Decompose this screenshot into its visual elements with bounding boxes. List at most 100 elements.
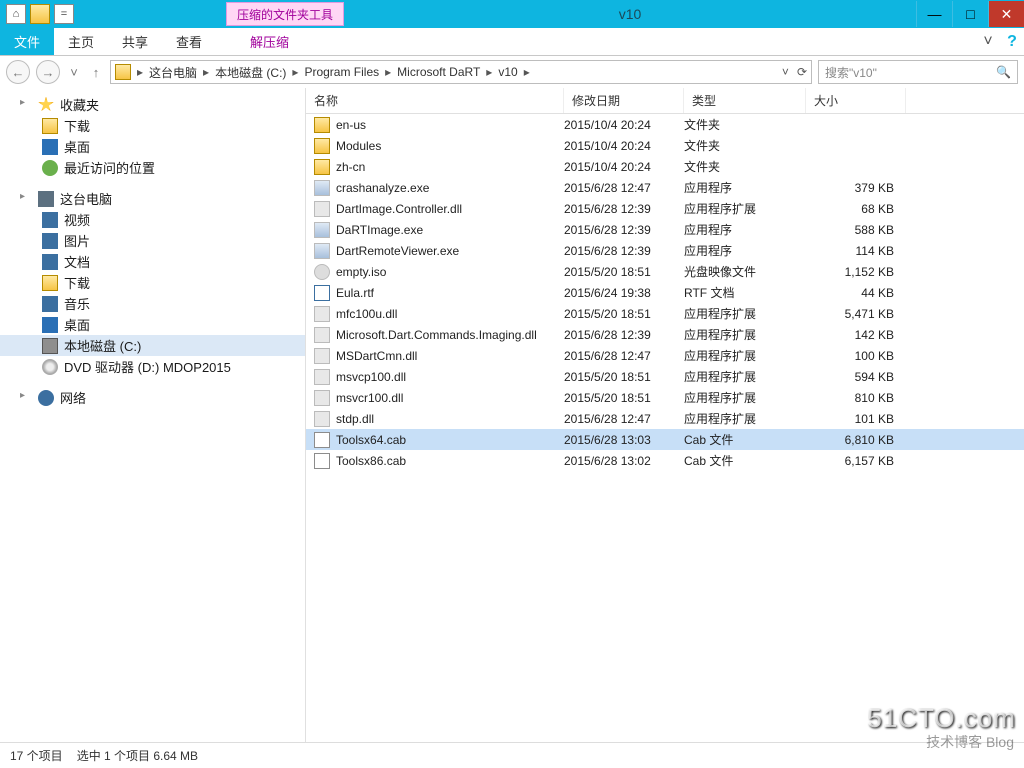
- ribbon-tab-view[interactable]: 查看: [162, 28, 216, 55]
- file-type: 应用程序扩展: [684, 410, 806, 427]
- breadcrumb-seg[interactable]: Program Files: [300, 65, 383, 79]
- nav-desktop2[interactable]: 桌面: [0, 314, 305, 335]
- nav-dvd[interactable]: DVD 驱动器 (D:) MDOP2015: [0, 356, 305, 377]
- file-row[interactable]: crashanalyze.exe2015/6/28 12:47应用程序379 K…: [306, 177, 1024, 198]
- breadcrumb-seg[interactable]: v10: [494, 65, 521, 79]
- history-dropdown[interactable]: ˅: [66, 60, 82, 84]
- status-selection: 选中 1 个项目 6.64 MB: [77, 747, 198, 764]
- dvd-icon: [42, 359, 58, 375]
- file-date: 2015/6/28 13:03: [564, 433, 684, 447]
- file-icon: [314, 432, 330, 448]
- ribbon-tab-share[interactable]: 共享: [108, 28, 162, 55]
- col-size[interactable]: 大小: [806, 88, 906, 113]
- nav-pictures[interactable]: 图片: [0, 230, 305, 251]
- file-icon: [314, 285, 330, 301]
- file-row[interactable]: DaRTImage.exe2015/6/28 12:39应用程序588 KB: [306, 219, 1024, 240]
- nav-desktop[interactable]: 桌面: [0, 136, 305, 157]
- file-size: 810 KB: [806, 391, 906, 405]
- qat-item[interactable]: =: [54, 4, 74, 24]
- file-date: 2015/10/4 20:24: [564, 139, 684, 153]
- file-name: Toolsx86.cab: [336, 454, 406, 468]
- nav-favorites[interactable]: ▸收藏夹: [0, 94, 305, 115]
- file-name: empty.iso: [336, 265, 386, 279]
- file-size: 100 KB: [806, 349, 906, 363]
- file-name: en-us: [336, 118, 366, 132]
- file-size: 114 KB: [806, 244, 906, 258]
- contextual-tab-label: 压缩的文件夹工具: [226, 2, 344, 26]
- address-dropdown-icon[interactable]: ˅: [782, 65, 789, 79]
- search-box[interactable]: 搜索"v10" 🔍: [818, 60, 1018, 84]
- search-icon: 🔍: [996, 65, 1011, 79]
- file-row[interactable]: msvcp100.dll2015/5/20 18:51应用程序扩展594 KB: [306, 366, 1024, 387]
- file-row[interactable]: stdp.dll2015/6/28 12:47应用程序扩展101 KB: [306, 408, 1024, 429]
- file-row[interactable]: DartRemoteViewer.exe2015/6/28 12:39应用程序1…: [306, 240, 1024, 261]
- file-row[interactable]: DartImage.Controller.dll2015/6/28 12:39应…: [306, 198, 1024, 219]
- nav-videos[interactable]: 视频: [0, 209, 305, 230]
- file-row[interactable]: mfc100u.dll2015/5/20 18:51应用程序扩展5,471 KB: [306, 303, 1024, 324]
- file-row[interactable]: msvcr100.dll2015/5/20 18:51应用程序扩展810 KB: [306, 387, 1024, 408]
- file-icon: [314, 243, 330, 259]
- file-type: 应用程序扩展: [684, 347, 806, 364]
- breadcrumb-seg[interactable]: 本地磁盘 (C:): [211, 64, 290, 81]
- file-row[interactable]: en-us2015/10/4 20:24文件夹: [306, 114, 1024, 135]
- nav-music[interactable]: 音乐: [0, 293, 305, 314]
- file-type: 应用程序扩展: [684, 200, 806, 217]
- nav-recent[interactable]: 最近访问的位置: [0, 157, 305, 178]
- breadcrumb-seg[interactable]: Microsoft DaRT: [393, 65, 484, 79]
- music-icon: [42, 296, 58, 312]
- nav-network[interactable]: ▸网络: [0, 387, 305, 408]
- file-row[interactable]: MSDartCmn.dll2015/6/28 12:47应用程序扩展100 KB: [306, 345, 1024, 366]
- file-type: 文件夹: [684, 116, 806, 133]
- ribbon-collapse-icon[interactable]: ˅: [976, 28, 1000, 55]
- up-button[interactable]: ↑: [88, 60, 104, 84]
- file-type: 应用程序: [684, 221, 806, 238]
- videos-icon: [42, 212, 58, 228]
- file-row[interactable]: Eula.rtf2015/6/24 19:38RTF 文档44 KB: [306, 282, 1024, 303]
- file-row[interactable]: zh-cn2015/10/4 20:24文件夹: [306, 156, 1024, 177]
- file-name: DaRTImage.exe: [336, 223, 423, 237]
- forward-button[interactable]: →: [36, 60, 60, 84]
- file-row[interactable]: Toolsx64.cab2015/6/28 13:03Cab 文件6,810 K…: [306, 429, 1024, 450]
- file-row[interactable]: Modules2015/10/4 20:24文件夹: [306, 135, 1024, 156]
- col-type[interactable]: 类型: [684, 88, 806, 113]
- file-row[interactable]: empty.iso2015/5/20 18:51光盘映像文件1,152 KB: [306, 261, 1024, 282]
- minimize-button[interactable]: —: [916, 1, 952, 27]
- file-size: 5,471 KB: [806, 307, 906, 321]
- ribbon: 文件 主页 共享 查看 解压缩 ˅ ?: [0, 28, 1024, 56]
- qat-folder-icon[interactable]: [30, 4, 50, 24]
- col-name[interactable]: 名称: [306, 88, 564, 113]
- breadcrumb-seg[interactable]: 这台电脑: [145, 64, 201, 81]
- ribbon-tab-home[interactable]: 主页: [54, 28, 108, 55]
- file-date: 2015/6/28 12:39: [564, 202, 684, 216]
- file-type: 文件夹: [684, 158, 806, 175]
- file-size: 68 KB: [806, 202, 906, 216]
- refresh-icon[interactable]: ⟳: [797, 65, 807, 79]
- nav-documents[interactable]: 文档: [0, 251, 305, 272]
- file-size: 594 KB: [806, 370, 906, 384]
- column-headers: 名称 修改日期 类型 大小: [306, 88, 1024, 114]
- maximize-button[interactable]: □: [952, 1, 988, 27]
- nav-thispc[interactable]: ▸这台电脑: [0, 188, 305, 209]
- desktop-icon: [42, 139, 58, 155]
- nav-downloads2[interactable]: 下载: [0, 272, 305, 293]
- col-date[interactable]: 修改日期: [564, 88, 684, 113]
- file-row[interactable]: Microsoft.Dart.Commands.Imaging.dll2015/…: [306, 324, 1024, 345]
- address-bar[interactable]: ▸ 这台电脑▸ 本地磁盘 (C:)▸ Program Files▸ Micros…: [110, 60, 812, 84]
- address-bar-row: ← → ˅ ↑ ▸ 这台电脑▸ 本地磁盘 (C:)▸ Program Files…: [0, 56, 1024, 88]
- close-button[interactable]: ✕: [988, 1, 1024, 27]
- search-placeholder: 搜索"v10": [825, 64, 877, 81]
- back-button[interactable]: ←: [6, 60, 30, 84]
- file-tab[interactable]: 文件: [0, 28, 54, 55]
- file-row[interactable]: Toolsx86.cab2015/6/28 13:02Cab 文件6,157 K…: [306, 450, 1024, 471]
- file-type: 应用程序: [684, 242, 806, 259]
- file-icon: [314, 453, 330, 469]
- file-type: Cab 文件: [684, 431, 806, 448]
- nav-downloads[interactable]: 下载: [0, 115, 305, 136]
- ribbon-tab-extract[interactable]: 解压缩: [236, 28, 303, 55]
- file-date: 2015/5/20 18:51: [564, 370, 684, 384]
- file-size: 588 KB: [806, 223, 906, 237]
- qat-item[interactable]: ⌂: [6, 4, 26, 24]
- help-button[interactable]: ?: [1000, 28, 1024, 55]
- nav-drive-c[interactable]: 本地磁盘 (C:): [0, 335, 305, 356]
- navigation-pane: ▸收藏夹 下载 桌面 最近访问的位置 ▸这台电脑 视频 图片 文档 下载 音乐 …: [0, 88, 306, 742]
